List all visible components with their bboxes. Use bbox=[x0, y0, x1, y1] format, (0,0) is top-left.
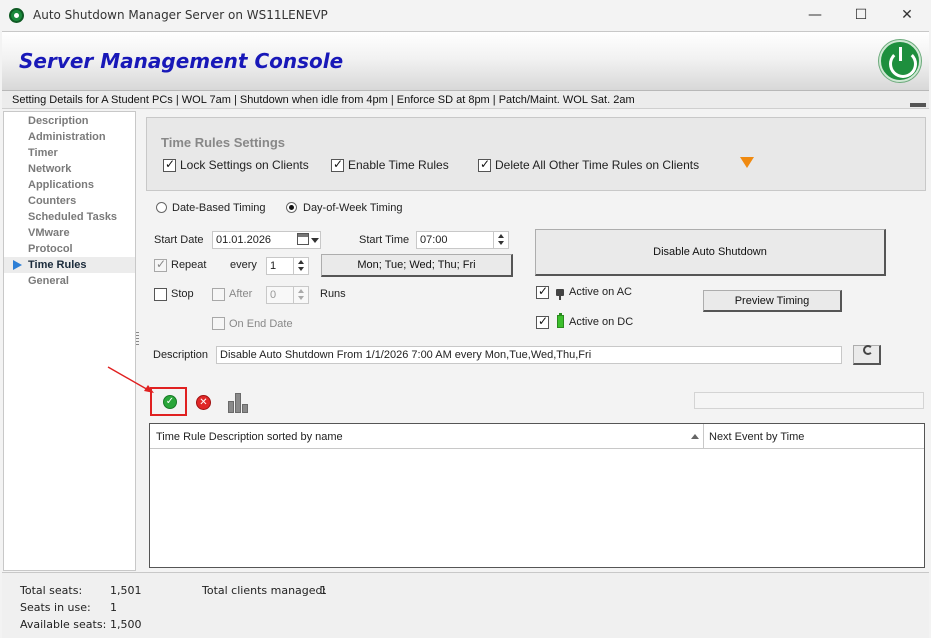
end-date-label: On End Date bbox=[229, 318, 293, 330]
chart-bar-icon bbox=[235, 393, 241, 413]
day-of-week-radio[interactable] bbox=[286, 202, 297, 213]
total-seats-value: 1,501 bbox=[110, 584, 142, 597]
column-header-next-event[interactable]: Next Event by Time bbox=[709, 431, 804, 443]
console-title: Server Management Console bbox=[19, 49, 344, 73]
enable-time-rules-label: Enable Time Rules bbox=[348, 158, 449, 172]
sidebar-item-vmware[interactable]: VMware bbox=[4, 225, 135, 241]
days-of-week-button[interactable]: Mon; Tue; Wed; Thu; Fri bbox=[321, 254, 513, 277]
runs-value: 0 bbox=[270, 289, 277, 301]
table-header: Time Rule Description sorted by name Nex… bbox=[150, 424, 924, 449]
sidebar-nav: Description Administration Timer Network… bbox=[3, 111, 136, 571]
selected-arrow-icon bbox=[13, 260, 22, 270]
settings-details-text: Setting Details for A Student PCs | WOL … bbox=[12, 94, 635, 106]
lock-settings-label: Lock Settings on Clients bbox=[180, 158, 309, 172]
delete-other-rules-label: Delete All Other Time Rules on Clients bbox=[495, 158, 700, 172]
days-of-week-label: Mon; Tue; Wed; Thu; Fri bbox=[357, 259, 476, 271]
sidebar-item-counters[interactable]: Counters bbox=[4, 193, 135, 209]
chevron-down-icon[interactable] bbox=[311, 238, 319, 243]
end-date-checkbox[interactable] bbox=[212, 317, 225, 330]
lock-settings-checkbox[interactable] bbox=[163, 157, 176, 172]
sidebar-item-timer[interactable]: Timer bbox=[4, 145, 135, 161]
close-button[interactable]: ✕ bbox=[884, 0, 930, 31]
disable-auto-shutdown-label: Disable Auto Shutdown bbox=[653, 246, 767, 258]
status-footer: Total seats: 1,501 Seats in use: 1 Avail… bbox=[2, 572, 929, 638]
sidebar-item-general[interactable]: General bbox=[4, 273, 135, 289]
sidebar-item-protocol[interactable]: Protocol bbox=[4, 241, 135, 257]
every-label: every bbox=[230, 259, 257, 271]
repeat-checkbox[interactable] bbox=[154, 257, 167, 272]
window-title: Auto Shutdown Manager Server on WS11LENE… bbox=[33, 8, 328, 22]
title-bar: Auto Shutdown Manager Server on WS11LENE… bbox=[0, 0, 931, 31]
active-dc-checkbox[interactable] bbox=[536, 314, 549, 329]
sidebar-item-administration[interactable]: Administration bbox=[4, 129, 135, 145]
date-based-label: Date-Based Timing bbox=[172, 202, 266, 214]
power-logo-icon bbox=[879, 40, 921, 82]
sort-asc-icon bbox=[691, 434, 699, 439]
enable-time-rules-checkbox[interactable] bbox=[331, 157, 344, 172]
sidebar-item-network[interactable]: Network bbox=[4, 161, 135, 177]
stop-checkbox[interactable] bbox=[154, 288, 167, 301]
bar-chart-icon[interactable] bbox=[226, 391, 250, 413]
start-time-value: 07:00 bbox=[420, 234, 448, 246]
start-date-value: 01.01.2026 bbox=[216, 234, 272, 246]
warning-triangle-icon bbox=[740, 157, 754, 168]
chart-bar-icon bbox=[242, 404, 248, 413]
refresh-description-button[interactable] bbox=[853, 345, 881, 365]
sidebar-item-time-rules[interactable]: Time Rules bbox=[4, 257, 135, 273]
runs-spinner[interactable] bbox=[293, 286, 308, 304]
seats-in-use-value: 1 bbox=[110, 601, 117, 614]
start-time-label: Start Time bbox=[359, 234, 410, 246]
disable-auto-shutdown-button[interactable]: Disable Auto Shutdown bbox=[535, 229, 886, 276]
seats-in-use-label: Seats in use: bbox=[20, 601, 91, 614]
delete-other-rules-checkbox[interactable] bbox=[478, 157, 491, 172]
stop-label: Stop bbox=[171, 288, 194, 300]
app-icon bbox=[9, 8, 24, 23]
day-of-week-label: Day-of-Week Timing bbox=[303, 202, 403, 214]
sidebar-item-scheduled-tasks[interactable]: Scheduled Tasks bbox=[4, 209, 135, 225]
calendar-icon[interactable] bbox=[297, 233, 309, 245]
group-title: Time Rules Settings bbox=[161, 135, 286, 150]
column-header-description[interactable]: Time Rule Description sorted by name bbox=[156, 431, 343, 443]
after-label: After bbox=[229, 288, 253, 300]
total-seats-label: Total seats: bbox=[20, 584, 83, 597]
after-checkbox[interactable] bbox=[212, 288, 225, 301]
description-field[interactable]: Disable Auto Shutdown From 1/1/2026 7:00… bbox=[216, 346, 842, 364]
splitter-handle[interactable] bbox=[136, 332, 139, 346]
settings-details-bar: Setting Details for A Student PCs | WOL … bbox=[2, 91, 929, 109]
minimize-button[interactable]: — bbox=[792, 0, 838, 31]
runs-label: Runs bbox=[320, 288, 346, 300]
active-dc-label: Active on DC bbox=[569, 316, 634, 328]
start-time-spinner[interactable] bbox=[493, 231, 508, 249]
sidebar-item-applications[interactable]: Applications bbox=[4, 177, 135, 193]
battery-icon bbox=[557, 313, 564, 328]
active-ac-checkbox[interactable] bbox=[536, 284, 549, 299]
time-rules-table: Time Rule Description sorted by name Nex… bbox=[149, 423, 925, 568]
available-seats-value: 1,500 bbox=[110, 618, 142, 631]
time-rules-settings-group: Time Rules Settings bbox=[146, 117, 926, 191]
date-based-radio[interactable] bbox=[156, 202, 167, 213]
preview-timing-label: Preview Timing bbox=[734, 294, 810, 307]
cancel-x-icon[interactable]: ✕ bbox=[196, 395, 211, 410]
apply-check-icon[interactable]: ✓ bbox=[163, 395, 177, 409]
maximize-button[interactable]: ☐ bbox=[838, 0, 884, 31]
start-date-label: Start Date bbox=[154, 234, 204, 246]
power-plug-icon bbox=[556, 286, 564, 300]
header-banner: Server Management Console bbox=[2, 31, 929, 91]
clients-managed-label: Total clients managed: bbox=[202, 584, 327, 597]
repeat-label: Repeat bbox=[171, 259, 207, 271]
refresh-icon bbox=[863, 345, 873, 355]
description-label: Description bbox=[153, 349, 209, 361]
preview-timing-button[interactable]: Preview Timing bbox=[703, 290, 842, 312]
status-field bbox=[694, 392, 924, 409]
collapse-icon[interactable] bbox=[910, 103, 926, 107]
description-value: Disable Auto Shutdown From 1/1/2026 7:00… bbox=[220, 349, 592, 361]
clients-managed-value: 1 bbox=[320, 584, 327, 597]
sidebar-item-description[interactable]: Description bbox=[4, 113, 135, 129]
active-ac-label: Active on AC bbox=[569, 286, 632, 298]
column-separator[interactable] bbox=[703, 424, 704, 449]
every-value: 1 bbox=[270, 260, 277, 272]
every-spinner[interactable] bbox=[293, 257, 308, 275]
available-seats-label: Available seats: bbox=[20, 618, 107, 631]
chart-bar-icon bbox=[228, 401, 234, 413]
